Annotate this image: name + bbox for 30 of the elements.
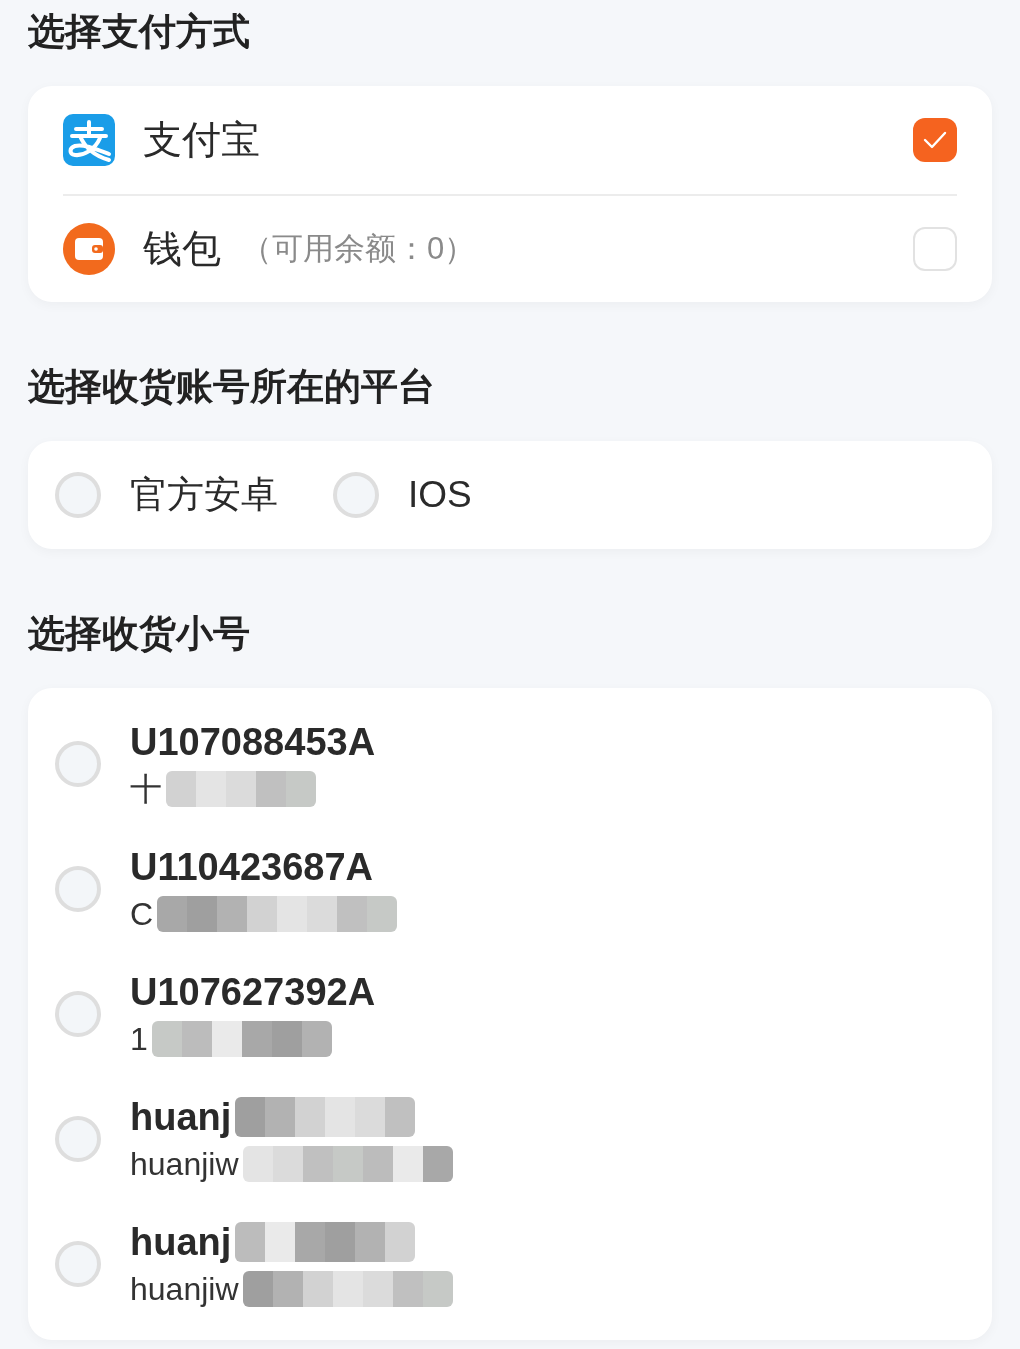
checkbox[interactable] [913,118,957,162]
section-heading: 选择收货小号 [28,612,251,656]
radio-button[interactable] [333,472,379,518]
account-detail: huanjiw [130,1145,239,1184]
radio-button[interactable] [55,1241,101,1287]
radio-button[interactable] [55,472,101,518]
platform-option-label[interactable]: IOS [408,467,472,523]
checkmark-icon [923,131,947,149]
account-detail: C [130,895,154,934]
account-detail: 十 [130,770,162,809]
platform-option-label[interactable]: 官方安卓 [130,467,278,523]
radio-button[interactable] [55,741,101,787]
section-heading: 选择收货账号所在的平台 [28,365,436,409]
payment-method-label: 钱包 [143,225,221,272]
radio-button[interactable] [55,1116,101,1162]
wallet-icon [63,223,115,275]
section-heading: 选择支付方式 [28,10,251,54]
balance-note: （可用余额：0） [241,229,476,268]
account-detail: 1 [130,1020,148,1059]
radio-button[interactable] [55,866,101,912]
account-id: U110423687A [130,845,373,890]
app-logo-icon [63,114,115,166]
account-id: huanj [130,1095,232,1140]
radio-button[interactable] [55,991,101,1037]
account-id: U107627392A [130,970,376,1015]
account-id: huanj [130,1220,232,1265]
account-id: U107088453A [130,720,376,765]
payment-method-label: 支付宝 [143,116,260,163]
checkbox[interactable] [913,227,957,271]
account-detail: huanjiw [130,1270,239,1309]
